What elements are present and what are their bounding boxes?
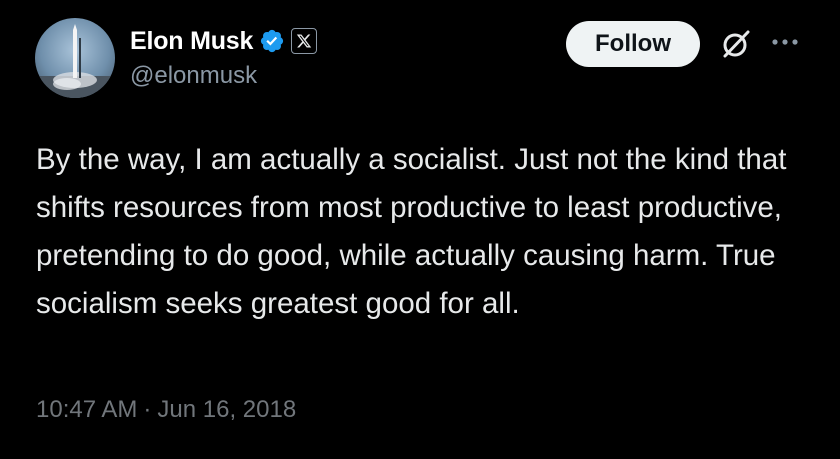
- timestamp-separator: ·: [143, 396, 152, 423]
- follow-button[interactable]: Follow: [566, 21, 700, 67]
- x-logo-glyph: [297, 34, 312, 48]
- grok-icon[interactable]: [718, 26, 754, 62]
- x-logo-icon[interactable]: [291, 28, 318, 54]
- tweet-time[interactable]: 10:47 AM: [36, 396, 137, 424]
- rocket-launch-avatar-icon: [35, 24, 115, 98]
- author-handle[interactable]: @elonmusk: [130, 62, 257, 90]
- display-name[interactable]: Elon Musk: [130, 27, 253, 56]
- author-name-row: Elon Musk: [130, 24, 318, 58]
- more-options-icon[interactable]: [770, 36, 800, 48]
- tweet-date[interactable]: Jun 16, 2018: [157, 396, 296, 424]
- tweet-card: Elon Musk @elonmusk Follow By the way, I…: [0, 0, 840, 459]
- tweet-text: By the way, I am actually a socialist. J…: [36, 143, 787, 320]
- verified-badge-icon[interactable]: [259, 28, 285, 54]
- avatar[interactable]: [35, 18, 115, 98]
- tweet-timestamp[interactable]: 10:47 AM · Jun 16, 2018: [36, 396, 296, 424]
